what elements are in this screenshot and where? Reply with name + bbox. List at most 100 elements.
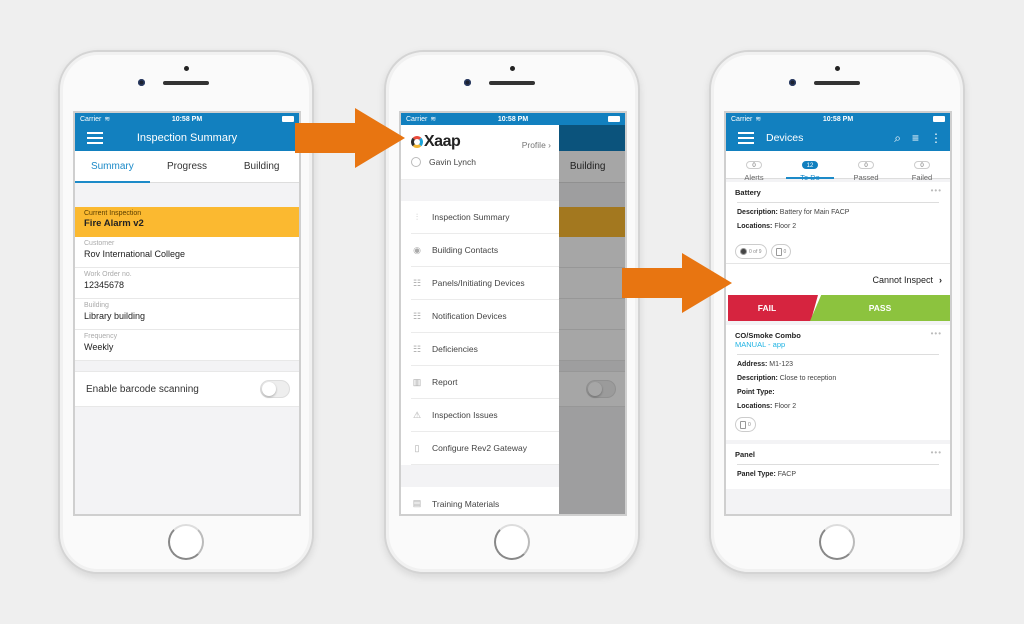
tab-label: To Do [800, 173, 820, 182]
field-value: M1-123 [767, 361, 794, 368]
field-frequency: Frequency Weekly [75, 330, 299, 361]
tab-passed[interactable]: 0 Passed [838, 151, 894, 182]
front-camera [464, 79, 471, 86]
logo-ring-icon [411, 136, 423, 148]
fail-button[interactable]: FAIL [728, 295, 818, 321]
menu-item-panels-initiating-devices[interactable]: ☷ Panels/Initiating Devices [411, 267, 559, 300]
contacts-icon: ◉ [413, 244, 421, 255]
tab-building[interactable]: Building [224, 151, 299, 182]
field-value: Library building [84, 311, 146, 321]
current-inspection[interactable]: Current Inspection Fire Alarm v2 [75, 207, 299, 237]
status-time: 10:58 PM [171, 115, 203, 123]
more-options-icon[interactable]: ••• [931, 186, 942, 195]
field-key: Point Type: [737, 389, 775, 396]
screen: y Building Carrier ≋ 10:58 PM Xaap Profi… [399, 111, 627, 516]
page-title: Devices [766, 132, 804, 144]
chip-text: 0 [748, 421, 751, 428]
field-building: Building Library building [75, 299, 299, 330]
progress-chip[interactable]: 0 of 9 [735, 244, 767, 259]
menu-item-inspection-issues[interactable]: ⚠ Inspection Issues [411, 399, 559, 432]
status-bar: Carrier ≋ 10:58 PM [726, 113, 950, 125]
menu-item-deficiencies[interactable]: ☷ Deficiencies [411, 333, 559, 366]
status-tabs: 0 Alerts 12 To Do 0 Passed 0 Failed [726, 151, 950, 182]
menu-item-label: Training Materials [432, 498, 500, 509]
attachments-chip[interactable]: 0 [770, 244, 792, 259]
list-icon: ☷ [412, 310, 422, 321]
menu-item-building-contacts[interactable]: ◉ Building Contacts [411, 234, 559, 267]
field-key: Locations: [737, 223, 773, 230]
menu-item-notification-devices[interactable]: ☷ Notification Devices [411, 300, 559, 333]
drawer-header: Xaap Profile › Gavin Lynch [401, 125, 559, 179]
menu-item-label: Deficiencies [432, 344, 478, 354]
barcode-toggle-switch[interactable] [260, 380, 290, 398]
drawer-menu-secondary: ▤ Training Materials [401, 487, 559, 514]
screen: Carrier ≋ 10:58 PM Inspection Summary Su… [73, 111, 301, 516]
tab-summary[interactable]: Summary [75, 151, 150, 183]
attachments-chip[interactable]: 0 [735, 417, 756, 432]
chevron-right-icon: › [939, 274, 942, 285]
menu-item-label: Panels/Initiating Devices [432, 278, 525, 288]
device-card-panel[interactable]: Panel ••• Panel Type: FACP [726, 444, 950, 489]
cannot-inspect-button[interactable]: Cannot Inspect › [726, 263, 950, 295]
field-label: Building [84, 302, 109, 309]
home-button[interactable] [494, 524, 530, 560]
device-icon: ▯ [414, 442, 420, 453]
device-card-battery[interactable]: Battery ••• Description: Battery for Mai… [726, 182, 950, 263]
earpiece-speaker [489, 81, 535, 85]
field-work-order: Work Order no. 12345678 [75, 268, 299, 299]
menu-item-training-materials[interactable]: ▤ Training Materials [411, 487, 559, 514]
field-key: Description: [737, 375, 778, 382]
side-drawer: Xaap Profile › Gavin Lynch ⫶ Inspection S… [401, 125, 559, 514]
field-value: Floor 2 [772, 223, 797, 230]
field-value: Weekly [84, 342, 114, 352]
pass-button[interactable]: PASS [810, 295, 950, 321]
barcode-toggle-label: Enable barcode scanning [86, 383, 199, 395]
list-icon: ☷ [412, 343, 422, 354]
home-button[interactable] [168, 524, 204, 560]
device-field: Locations: Floor 2 [737, 223, 941, 230]
device-subtitle: MANUAL - app [735, 340, 786, 349]
menu-item-inspection-summary[interactable]: ⫶ Inspection Summary [411, 201, 559, 234]
menu-item-label: Inspection Summary [432, 212, 510, 222]
search-icon[interactable]: ⌕ [894, 131, 901, 146]
pass-fail-bar: FAIL PASS [726, 295, 950, 321]
drawer-menu: ⫶ Inspection Summary ◉ Building Contacts ☷ Pa… [401, 201, 559, 465]
device-title: CO/Smoke Combo [735, 331, 801, 340]
device-field: Description: Battery for Main FACP [737, 209, 941, 216]
menu-icon[interactable] [738, 132, 754, 144]
tab-to-do[interactable]: 12 To Do [782, 151, 838, 182]
menu-item-label: Configure Rev2 Gateway [432, 443, 527, 453]
phone-frame-menu: y Building Carrier ≋ 10:58 PM Xaap Profi… [384, 50, 640, 574]
warning-icon: ⚠ [412, 409, 422, 420]
cannot-inspect-label: Cannot Inspect [872, 274, 933, 285]
tab-alerts[interactable]: 0 Alerts [726, 151, 782, 182]
battery-icon [608, 116, 620, 122]
home-button[interactable] [819, 524, 855, 560]
more-vertical-icon[interactable]: ⋮ [930, 131, 942, 145]
field-label: Customer [84, 240, 115, 247]
earpiece-speaker [814, 81, 860, 85]
menu-item-label: Inspection Issues [432, 410, 498, 420]
count-badge: 0 [746, 161, 762, 169]
device-card-co-smoke[interactable]: CO/Smoke Combo MANUAL - app ••• Address:… [726, 325, 950, 440]
earpiece-speaker [163, 81, 209, 85]
status-time: 10:58 PM [497, 115, 529, 123]
more-options-icon[interactable]: ••• [931, 329, 942, 338]
count-badge: 12 [802, 161, 818, 169]
profile-link[interactable]: Profile › [522, 140, 551, 150]
filter-icon[interactable]: ≡ [912, 131, 919, 145]
battery-icon [282, 116, 294, 122]
chip-text: 0 of 9 [749, 248, 762, 255]
field-customer: Customer Rov International College [75, 237, 299, 268]
field-key: Address: [737, 361, 768, 368]
menu-icon[interactable] [87, 132, 103, 144]
tab-failed[interactable]: 0 Failed [894, 151, 950, 182]
field-label: Frequency [84, 333, 118, 340]
menu-item-report[interactable]: ▥ Report [411, 366, 559, 399]
user-icon [411, 157, 421, 167]
field-value: Close to reception [777, 375, 837, 382]
tab-progress[interactable]: Progress [150, 151, 225, 182]
list-icon: ☷ [412, 277, 422, 288]
more-options-icon[interactable]: ••• [931, 448, 942, 457]
menu-item-configure-rev2-gateway[interactable]: ▯ Configure Rev2 Gateway [411, 432, 559, 465]
